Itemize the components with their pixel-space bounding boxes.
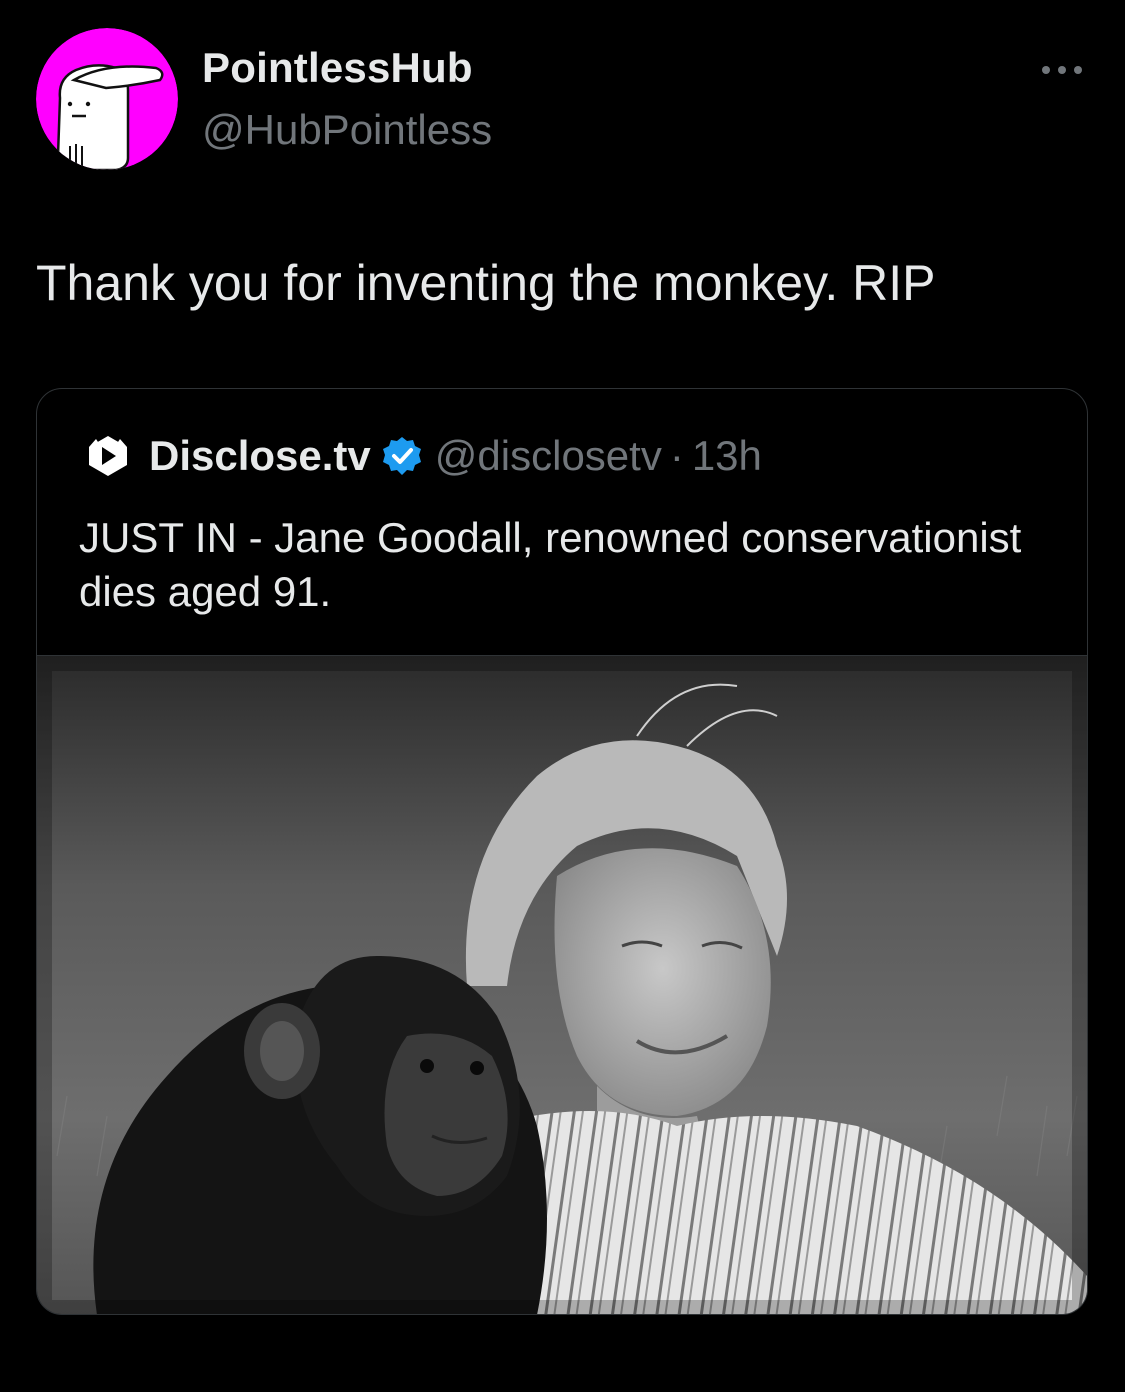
author-avatar[interactable] <box>36 28 178 170</box>
photo-woman-with-chimpanzee <box>37 656 1087 1314</box>
more-horizontal-icon <box>1042 66 1082 74</box>
cartoon-cap-character-avatar-icon <box>36 28 178 170</box>
quoted-author-handle[interactable]: @disclosetv <box>435 432 662 480</box>
tweet-text: Thank you for inventing the monkey. RIP <box>36 255 936 311</box>
author-display-name[interactable]: PointlessHub <box>202 44 473 92</box>
quoted-tweet-header: Disclose.tv @disclosetv · 13h <box>85 431 762 481</box>
quoted-tweet-card[interactable]: Disclose.tv @disclosetv · 13h JUST IN - … <box>36 388 1088 1315</box>
quoted-tweet-photo[interactable] <box>37 655 1087 1314</box>
author-handle[interactable]: @HubPointless <box>202 106 492 154</box>
disclose-tv-logo-icon <box>89 436 127 476</box>
quoted-timestamp[interactable]: 13h <box>692 432 762 480</box>
separator-dot: · <box>669 432 684 479</box>
quoted-author-name[interactable]: Disclose.tv <box>149 432 371 480</box>
more-options-button[interactable] <box>1032 50 1092 90</box>
quoted-tweet-text: JUST IN - Jane Goodall, renowned conserv… <box>79 514 1022 615</box>
verified-badge-icon <box>382 437 421 475</box>
tweet: PointlessHub @HubPointless Thank you for… <box>0 0 1125 1392</box>
